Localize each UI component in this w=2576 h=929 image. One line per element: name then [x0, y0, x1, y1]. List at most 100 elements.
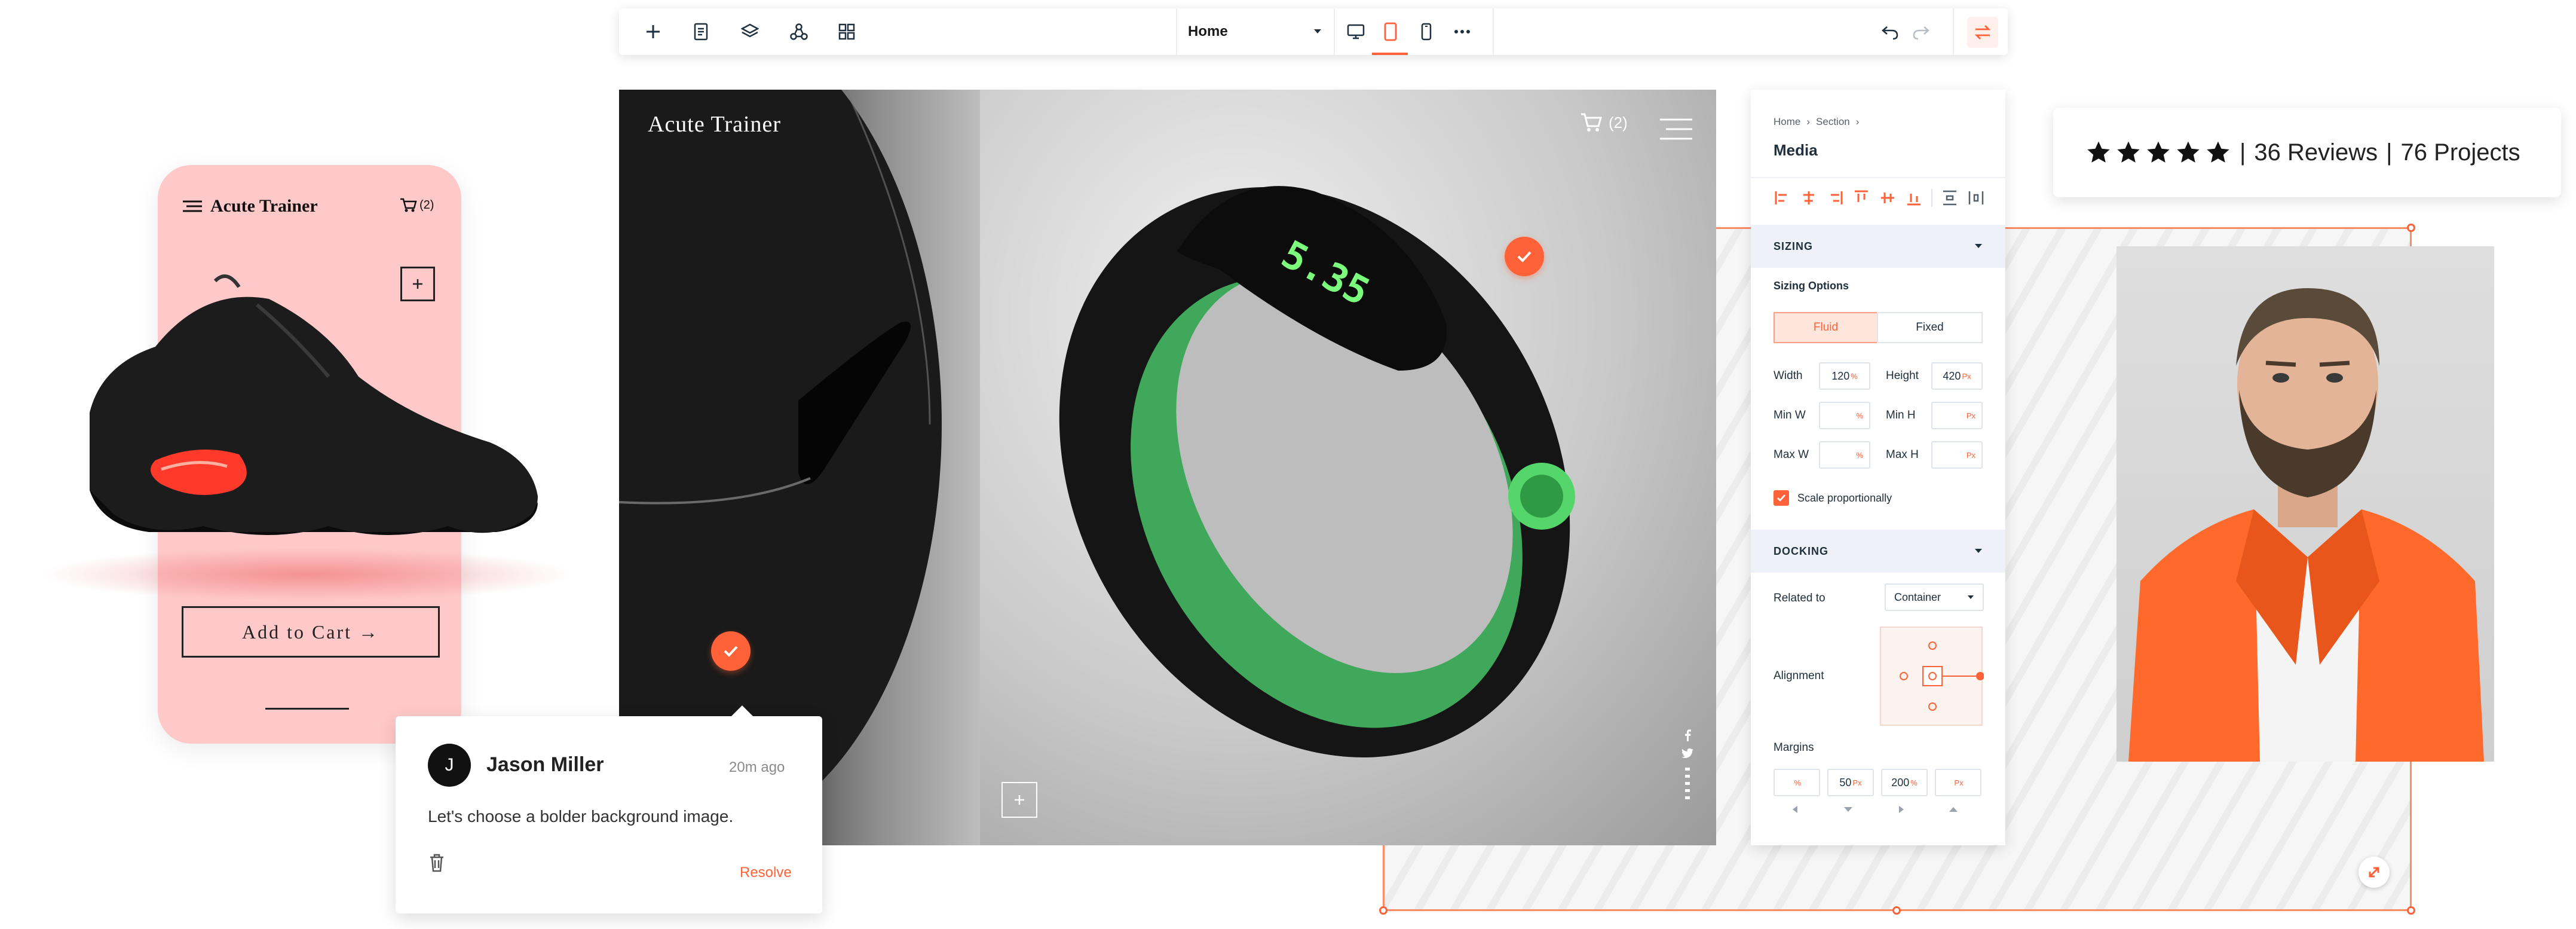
align-left-icon[interactable] [1774, 189, 1791, 207]
site-title[interactable]: Acute Trainer [648, 111, 781, 137]
mobile-view-button[interactable] [1415, 20, 1438, 43]
margins-label: Margins [1774, 741, 1814, 754]
apps-button[interactable] [835, 20, 858, 43]
max-width-input[interactable]: % [1819, 441, 1870, 469]
add-to-cart-button[interactable]: Add to Cart → [182, 606, 440, 658]
align-middle-icon[interactable] [1879, 189, 1897, 207]
resize-diagonal-icon [2369, 867, 2379, 878]
divider [1334, 8, 1335, 55]
sizing-segmented: Fluid Fixed [1774, 312, 1983, 343]
sizing-fixed-option[interactable]: Fixed [1877, 312, 1983, 343]
margin-direction-icons [1774, 805, 1959, 814]
redo-button[interactable] [1910, 20, 1932, 43]
max-width-label: Max W [1774, 448, 1809, 461]
max-width-unit[interactable]: % [1856, 451, 1863, 460]
distribute-vertical-icon[interactable] [1941, 189, 1959, 207]
more-icon [1454, 30, 1470, 33]
sneaker-image [78, 263, 544, 550]
align-toolbar [1774, 189, 1985, 207]
phone-site-title[interactable]: Acute Trainer [210, 196, 318, 216]
resize-corner-button[interactable] [2358, 857, 2390, 888]
panel-toggle-button[interactable] [1967, 17, 1998, 48]
more-button[interactable] [1451, 20, 1474, 43]
projects-count: 76 Projects [2400, 139, 2520, 166]
min-height-unit[interactable]: Px [1967, 411, 1975, 420]
desktop-view-button[interactable] [1344, 20, 1367, 43]
page-select[interactable]: Home [1188, 22, 1322, 42]
max-height-unit[interactable]: Px [1967, 451, 1975, 460]
pages-button[interactable] [690, 20, 712, 43]
breadcrumb-item[interactable]: Section [1816, 116, 1850, 128]
width-unit[interactable]: % [1851, 372, 1858, 381]
scale-checkbox[interactable] [1774, 490, 1789, 506]
min-width-unit[interactable]: % [1856, 411, 1863, 420]
section-sizing[interactable]: SIZING [1751, 225, 2005, 268]
layers-button[interactable] [739, 20, 761, 43]
align-bottom-icon[interactable] [1905, 189, 1923, 207]
add-element-button[interactable] [1001, 782, 1037, 818]
margin-unit[interactable]: % [1794, 778, 1801, 787]
properties-panel: Home › Section › Media SIZING Sizing Opt… [1751, 90, 2005, 845]
margin-unit[interactable]: Px [1852, 778, 1861, 787]
max-height-input[interactable]: Px [1931, 441, 1983, 469]
section-docking[interactable]: DOCKING [1751, 530, 2005, 573]
active-device-indicator [1372, 53, 1408, 55]
tablet-view-button[interactable] [1379, 20, 1402, 43]
align-right-icon[interactable] [1826, 189, 1844, 207]
comment-pin-check[interactable] [1505, 237, 1544, 276]
delete-comment-button[interactable] [428, 852, 446, 873]
star-rating [2085, 139, 2231, 166]
star-icon [2207, 141, 2229, 163]
plus-icon [647, 25, 660, 38]
add-button[interactable] [642, 20, 664, 43]
arrow-bottom-margin-icon [1949, 807, 1958, 812]
alignment-label: Alignment [1774, 670, 1824, 682]
menu-button[interactable] [1659, 117, 1693, 141]
cart-icon [1581, 113, 1602, 132]
related-to-select[interactable]: Container [1885, 583, 1984, 611]
breadcrumb-item[interactable]: Home [1774, 116, 1800, 128]
comment-pin-check[interactable] [711, 631, 751, 671]
resize-handle-bottom-left[interactable] [1379, 906, 1387, 915]
star-icon [2147, 141, 2170, 163]
margin-left-input[interactable]: % [1774, 769, 1820, 796]
min-height-input[interactable]: Px [1931, 402, 1983, 429]
divider [1931, 189, 1932, 207]
width-input[interactable]: 120% [1819, 362, 1870, 390]
check-icon [724, 646, 738, 657]
resize-handle-top-right[interactable] [2407, 224, 2415, 232]
connect-button[interactable] [788, 20, 810, 43]
phone-cart-button[interactable]: (2) [399, 197, 434, 213]
comment-text: Let's choose a bolder background image. [428, 807, 734, 826]
dots-icon [1685, 768, 1690, 799]
margin-unit[interactable]: % [1910, 778, 1918, 787]
margin-unit[interactable]: Px [1954, 778, 1963, 787]
distribute-horizontal-icon[interactable] [1967, 189, 1985, 207]
margin-bottom-input[interactable]: Px [1935, 769, 1981, 796]
settings-swap-icon [1974, 25, 1991, 39]
phone-menu-button[interactable] [182, 200, 203, 213]
undo-button[interactable] [1879, 20, 1901, 43]
facebook-icon [1685, 729, 1691, 741]
alignment-dock-widget[interactable] [1880, 627, 1984, 726]
apps-grid-icon [838, 23, 855, 40]
margin-right-input[interactable]: 200% [1881, 769, 1928, 796]
divider [1176, 8, 1177, 55]
resize-handle-bottom-right[interactable] [2407, 906, 2415, 915]
height-unit[interactable]: Px [1962, 372, 1971, 381]
cart-button[interactable]: (2) [1580, 112, 1628, 133]
resize-handle-bottom-mid[interactable] [1892, 906, 1901, 915]
scale-proportionally-row[interactable]: Scale proportionally [1774, 490, 1892, 506]
sizing-fluid-option[interactable]: Fluid [1774, 312, 1878, 343]
align-center-icon[interactable] [1800, 189, 1818, 207]
cart-icon [400, 198, 417, 212]
margin-top-input[interactable]: 50 Px [1827, 769, 1874, 796]
arrow-right-margin-icon [1899, 806, 1904, 813]
height-input[interactable]: 420 Px [1931, 362, 1983, 390]
comment-author: Jason Miller [486, 753, 604, 776]
resolve-button[interactable]: Resolve [740, 864, 792, 881]
min-width-input[interactable]: % [1819, 402, 1870, 429]
width-value: 120 [1831, 369, 1850, 382]
redo-icon [1913, 26, 1929, 40]
align-top-icon[interactable] [1852, 189, 1870, 207]
